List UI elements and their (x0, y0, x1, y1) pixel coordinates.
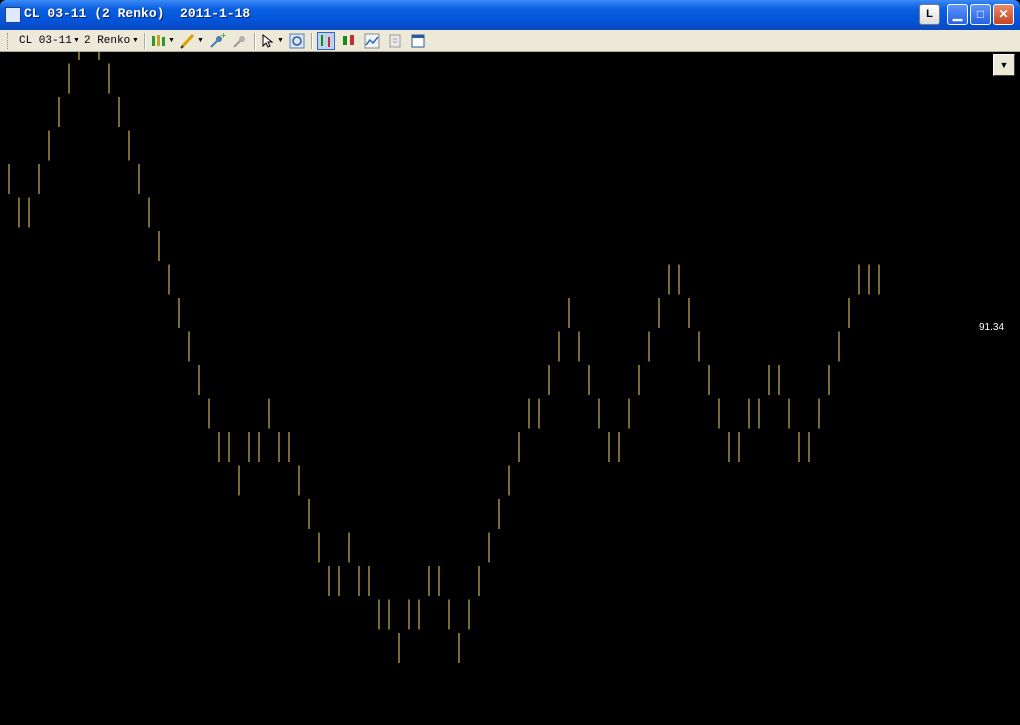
scroll-icon[interactable] (386, 32, 404, 50)
window-icon[interactable] (409, 32, 427, 50)
zoom-icon[interactable] (288, 32, 306, 50)
price-label: 91.34 (979, 322, 1005, 333)
cursor-dropdown-icon[interactable]: ▼ (277, 34, 284, 48)
pencil-dropdown-icon[interactable]: ▼ (197, 34, 204, 48)
chart-menu-dropdown[interactable]: ▼ (993, 54, 1015, 76)
bars-icon[interactable] (317, 32, 335, 50)
pin-remove-icon[interactable] (231, 32, 249, 50)
toolbar-separator (311, 33, 313, 49)
candles-icon[interactable] (340, 32, 358, 50)
renko-chart (8, 52, 880, 663)
l-button[interactable]: L (919, 4, 940, 25)
pencil-icon[interactable] (179, 32, 197, 50)
minimize-button[interactable]: ▁ (947, 4, 968, 25)
period-dropdown-icon[interactable]: ▼ (132, 34, 139, 48)
toolbar-grip[interactable] (7, 33, 11, 49)
area-icon[interactable] (363, 32, 381, 50)
symbol-selector[interactable]: CL 03-11 (19, 33, 72, 49)
close-button[interactable]: ✕ (993, 4, 1014, 25)
chart-type-dropdown-icon[interactable]: ▼ (168, 34, 175, 48)
toolbar-separator (144, 33, 146, 49)
symbol-dropdown-icon[interactable]: ▼ (73, 34, 80, 48)
window-title: CL 03-11 (2 Renko) 2011-1-18 (24, 6, 251, 21)
chart-area[interactable]: 91.34 ▼ (0, 52, 1020, 725)
toolbar-separator (254, 33, 256, 49)
chart-toolbar: CL 03-11 ▼ 2 Renko ▼ ▼ ▼ + ▼ (0, 30, 1020, 52)
maximize-button[interactable]: □ (970, 4, 991, 25)
pin-add-icon[interactable]: + (208, 31, 227, 50)
svg-text:+: + (220, 32, 226, 40)
app-chart-icon (5, 7, 21, 23)
candlestick-icon[interactable] (150, 32, 168, 50)
period-selector[interactable]: 2 Renko (84, 33, 130, 49)
cursor-icon[interactable] (259, 32, 277, 50)
title-bar[interactable]: CL 03-11 (2 Renko) 2011-1-18 L ▁ □ ✕ (0, 0, 1020, 30)
